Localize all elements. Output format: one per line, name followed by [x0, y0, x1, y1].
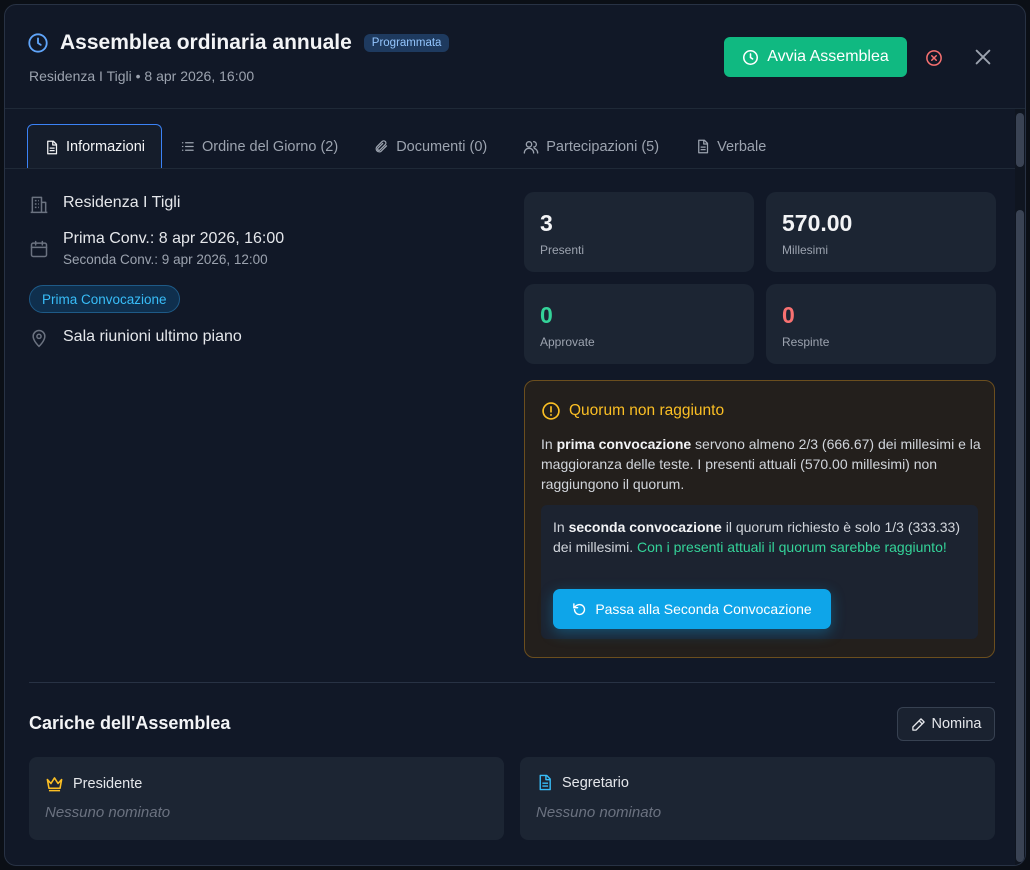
file-icon	[698, 139, 709, 154]
alert-circle-icon	[542, 402, 560, 420]
president-label: Presidente	[73, 775, 143, 792]
tab-informazioni[interactable]: Informazioni	[27, 124, 162, 169]
quorum-first-text: In prima convocazione servono almeno 2/3…	[541, 436, 981, 492]
dates-block: Prima Conv.: 8 apr 2026, 16:00 Seconda C…	[63, 230, 284, 267]
secretary-value: Nessuno nominato	[536, 804, 662, 821]
document-icon	[47, 140, 58, 154]
stat-millesimi: 570.00 Millesimi	[766, 192, 996, 272]
quorum-title-text: Quorum non raggiunto	[569, 402, 725, 419]
tab-label: Ordine del Giorno (2)	[201, 138, 339, 155]
president-header: Presidente	[45, 774, 142, 793]
assembly-modal: Assemblea ordinaria annuale Programmata …	[4, 4, 1026, 866]
stat-value: 0	[540, 302, 553, 328]
secretary-header: Segretario	[536, 774, 629, 791]
second-convocation-box: In seconda convocazione il quorum richie…	[541, 505, 978, 639]
page-subtitle: Residenza I Tigli • 8 apr 2026, 16:00	[29, 68, 255, 84]
roles-section-title: Cariche dell'Assemblea	[29, 713, 231, 733]
president-value: Nessuno nominato	[45, 804, 171, 821]
stat-label: Presenti	[540, 243, 585, 257]
page-title: Assemblea ordinaria annuale	[60, 31, 352, 54]
users-icon	[523, 140, 539, 154]
building-icon	[30, 196, 48, 214]
close-modal-button[interactable]	[972, 46, 994, 68]
tab-label: Informazioni	[66, 139, 145, 155]
first-convocation: Prima Conv.: 8 apr 2026, 16:00	[63, 230, 285, 247]
convocation-badge: Prima Convocazione	[29, 285, 180, 313]
info-location: Sala riunioni ultimo piano	[29, 328, 242, 348]
start-assembly-label: Avvia Assemblea	[767, 48, 889, 65]
modal-header: Assemblea ordinaria annuale Programmata …	[5, 5, 1025, 109]
switch-second-convocation-button[interactable]: Passa alla Seconda Convocazione	[553, 589, 831, 629]
stat-respinte: 0 Respinte	[766, 284, 996, 364]
stat-value: 0	[782, 302, 795, 328]
pencil-icon	[911, 717, 925, 731]
secretary-label: Segretario	[562, 774, 629, 791]
start-assembly-button[interactable]: Avvia Assemblea	[724, 37, 907, 77]
stat-value: 3	[540, 210, 553, 236]
tab-label: Partecipazioni (5)	[546, 138, 660, 155]
tab-verbale[interactable]: Verbale	[677, 124, 784, 169]
tab-label: Documenti (0)	[396, 138, 488, 155]
x-circle-icon	[926, 50, 942, 66]
rotate-icon	[573, 602, 586, 615]
close-icon	[975, 49, 991, 65]
location-name: Sala riunioni ultimo piano	[63, 328, 242, 345]
stat-label: Approvate	[540, 335, 595, 349]
secretary-card: Segretario Nessuno nominato	[520, 757, 995, 840]
tab-partecipazioni[interactable]: Partecipazioni (5)	[505, 124, 677, 169]
stat-value: 570.00	[782, 210, 853, 236]
status-badge: Programmata	[363, 34, 450, 52]
scrollbar-thumb[interactable]	[1016, 210, 1024, 862]
info-building: Residenza I Tigli	[29, 194, 180, 214]
scrollbar-thumb[interactable]	[1016, 113, 1024, 167]
second-convocation: Seconda Conv.: 9 apr 2026, 12:00	[63, 252, 268, 267]
stat-presenti: 3 Presenti	[524, 192, 754, 272]
building-name: Residenza I Tigli	[63, 194, 181, 211]
quorum-ok-text: Con i presenti attuali il quorum sarebbe…	[637, 539, 947, 555]
tab-documenti[interactable]: Documenti (0)	[356, 124, 505, 169]
cancel-assembly-button[interactable]	[925, 49, 943, 67]
quorum-second-text: In seconda convocazione il quorum richie…	[553, 519, 960, 555]
clock-icon	[743, 49, 759, 65]
paperclip-icon	[375, 140, 388, 153]
tab-ordine-del-giorno[interactable]: Ordine del Giorno (2)	[162, 124, 356, 169]
map-pin-icon	[32, 329, 46, 348]
crown-icon	[46, 777, 63, 792]
nomina-button[interactable]: Nomina	[897, 707, 995, 741]
switch-button-label: Passa alla Seconda Convocazione	[595, 601, 812, 617]
stat-label: Millesimi	[782, 243, 828, 257]
section-divider	[29, 682, 995, 683]
president-card: Presidente Nessuno nominato	[29, 757, 504, 840]
stat-label: Respinte	[782, 335, 830, 349]
stat-approvate: 0 Approvate	[524, 284, 754, 364]
calendar-icon	[30, 240, 48, 258]
tab-bar: Informazioni Ordine del Giorno (2) Docum…	[27, 124, 784, 169]
quorum-warning: Quorum non raggiunto In prima convocazio…	[524, 380, 995, 658]
nomina-label: Nomina	[931, 716, 982, 732]
document-icon	[539, 774, 551, 791]
tab-label: Verbale	[717, 138, 767, 155]
quorum-title: Quorum non raggiunto	[541, 401, 724, 421]
tabs-divider	[5, 168, 1025, 169]
title-row: Assemblea ordinaria annuale Programmata	[27, 31, 450, 55]
info-dates: Prima Conv.: 8 apr 2026, 16:00 Seconda C…	[29, 230, 284, 267]
list-icon	[181, 142, 194, 151]
clock-icon	[27, 32, 49, 54]
